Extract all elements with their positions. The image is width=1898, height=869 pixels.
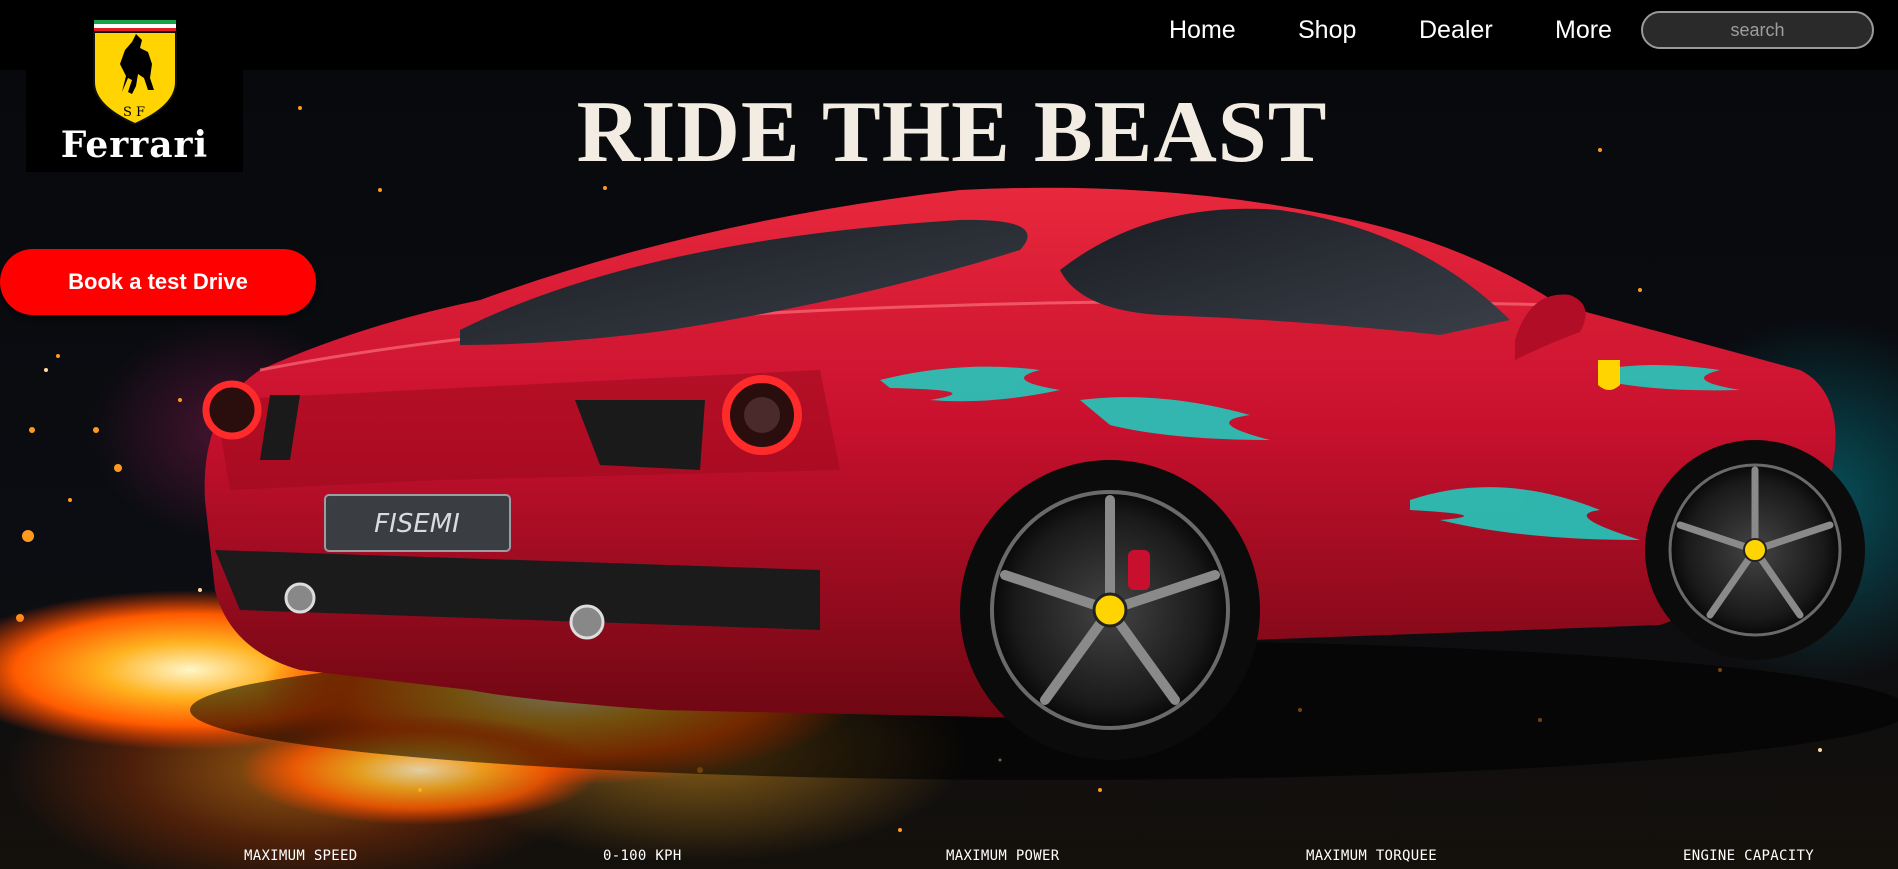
nav-shop-link[interactable]: Shop bbox=[1298, 16, 1356, 45]
stat-label-max-torque: MAXIMUM TORQUEE bbox=[1306, 848, 1437, 864]
hero-section: RIDE THE BEAST FISEMI Book a test Drive bbox=[0, 70, 1898, 869]
stat-label-acceleration: 0-100 KPH bbox=[603, 848, 682, 864]
stat-label-max-power: MAXIMUM POWER bbox=[946, 848, 1060, 864]
nav-more-link[interactable]: More bbox=[1555, 16, 1612, 45]
ferrari-car-image: FISEMI bbox=[0, 187, 1898, 825]
search-input[interactable] bbox=[1643, 13, 1872, 47]
svg-text:FISEMI: FISEMI bbox=[374, 509, 460, 539]
nav-home-link[interactable]: Home bbox=[1169, 16, 1236, 45]
brand-wordmark: Ferrari bbox=[60, 124, 209, 166]
brand-logo[interactable]: S F Ferrari bbox=[26, 0, 243, 172]
book-test-drive-button[interactable]: Book a test Drive bbox=[0, 249, 316, 315]
svg-text:S F: S F bbox=[123, 105, 145, 120]
nav-dealer-link[interactable]: Dealer bbox=[1419, 16, 1493, 45]
hero-headline: RIDE THE BEAST bbox=[576, 84, 1328, 181]
top-nav-bar: Home Shop Dealer More bbox=[0, 0, 1898, 70]
spec-stats-bar: MAXIMUM SPEED 0-100 KPH MAXIMUM POWER MA… bbox=[0, 846, 1898, 869]
stat-label-max-speed: MAXIMUM SPEED bbox=[244, 848, 358, 864]
prancing-horse-shield-icon: S F bbox=[93, 20, 177, 124]
search-box bbox=[1641, 11, 1874, 49]
stat-label-engine-capacity: ENGINE CAPACITY bbox=[1683, 848, 1814, 864]
